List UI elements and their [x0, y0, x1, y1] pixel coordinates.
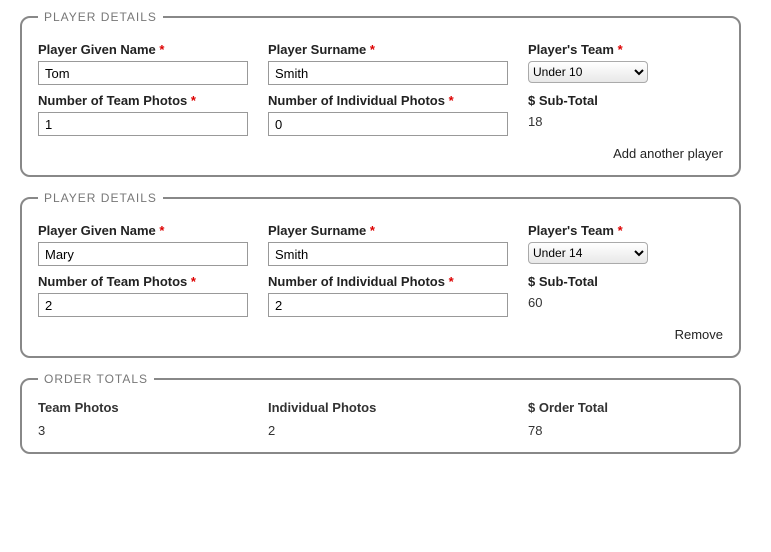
label-text: Number of Individual Photos	[268, 93, 445, 108]
label-subtotal: $ Sub-Total	[528, 274, 723, 289]
fieldset-legend: PLAYER DETAILS	[38, 10, 163, 24]
label-team-photos: Number of Team Photos *	[38, 274, 248, 289]
total-team-photos: Team Photos 3	[38, 400, 248, 438]
label-text: Number of Team Photos	[38, 274, 187, 289]
label-individual-photos: Number of Individual Photos *	[268, 274, 508, 289]
fieldset-legend: PLAYER DETAILS	[38, 191, 163, 205]
label-text: Player's Team	[528, 223, 614, 238]
required-mark: *	[159, 223, 164, 238]
label-order-total: $ Order Total	[528, 400, 723, 415]
subtotal-value: 18	[528, 114, 723, 129]
total-order: $ Order Total 78	[528, 400, 723, 438]
add-another-player-link[interactable]: Add another player	[613, 146, 723, 161]
row-photos-subtotal: Number of Team Photos * Number of Indivi…	[38, 93, 723, 136]
field-team-photos: Number of Team Photos *	[38, 93, 248, 136]
team-photos-input[interactable]	[38, 112, 248, 136]
given-name-input[interactable]	[38, 242, 248, 266]
player-details-fieldset: PLAYER DETAILS Player Given Name * Playe…	[20, 10, 741, 177]
label-text: Player Surname	[268, 42, 366, 57]
field-subtotal: $ Sub-Total 60	[528, 274, 723, 317]
label-team: Player's Team *	[528, 223, 723, 238]
label-team: Player's Team *	[528, 42, 723, 57]
label-text: Number of Team Photos	[38, 93, 187, 108]
required-mark: *	[370, 223, 375, 238]
label-team-photos: Number of Team Photos *	[38, 93, 248, 108]
required-mark: *	[449, 93, 454, 108]
individual-photos-input[interactable]	[268, 112, 508, 136]
order-totals-fieldset: ORDER TOTALS Team Photos 3 Individual Ph…	[20, 372, 741, 454]
label-given-name: Player Given Name *	[38, 223, 248, 238]
total-individual-photos: Individual Photos 2	[268, 400, 508, 438]
label-surname: Player Surname *	[268, 223, 508, 238]
label-given-name: Player Given Name *	[38, 42, 248, 57]
totals-row: Team Photos 3 Individual Photos 2 $ Orde…	[38, 400, 723, 438]
row-name-team: Player Given Name * Player Surname * Pla…	[38, 223, 723, 266]
row-name-team: Player Given Name * Player Surname * Pla…	[38, 42, 723, 85]
row-photos-subtotal: Number of Team Photos * Number of Indivi…	[38, 274, 723, 317]
team-select[interactable]: Under 14	[528, 242, 648, 264]
required-mark: *	[618, 42, 623, 57]
value-order-total: 78	[528, 423, 723, 438]
field-team: Player's Team * Under 14	[528, 223, 723, 266]
label-text: Player Surname	[268, 223, 366, 238]
value-team-photos-total: 3	[38, 423, 248, 438]
field-given-name: Player Given Name *	[38, 223, 248, 266]
field-surname: Player Surname *	[268, 42, 508, 85]
label-individual-photos-total: Individual Photos	[268, 400, 508, 415]
action-row: Add another player	[38, 146, 723, 161]
remove-player-link[interactable]: Remove	[675, 327, 723, 342]
required-mark: *	[191, 93, 196, 108]
surname-input[interactable]	[268, 242, 508, 266]
required-mark: *	[370, 42, 375, 57]
label-individual-photos: Number of Individual Photos *	[268, 93, 508, 108]
individual-photos-input[interactable]	[268, 293, 508, 317]
label-team-photos-total: Team Photos	[38, 400, 248, 415]
label-text: Player Given Name	[38, 223, 156, 238]
label-text: Player Given Name	[38, 42, 156, 57]
field-subtotal: $ Sub-Total 18	[528, 93, 723, 136]
field-given-name: Player Given Name *	[38, 42, 248, 85]
required-mark: *	[449, 274, 454, 289]
value-individual-photos-total: 2	[268, 423, 508, 438]
player-details-fieldset: PLAYER DETAILS Player Given Name * Playe…	[20, 191, 741, 358]
label-text: Number of Individual Photos	[268, 274, 445, 289]
required-mark: *	[191, 274, 196, 289]
field-surname: Player Surname *	[268, 223, 508, 266]
field-individual-photos: Number of Individual Photos *	[268, 93, 508, 136]
label-subtotal: $ Sub-Total	[528, 93, 723, 108]
subtotal-value: 60	[528, 295, 723, 310]
field-individual-photos: Number of Individual Photos *	[268, 274, 508, 317]
fieldset-legend: ORDER TOTALS	[38, 372, 154, 386]
given-name-input[interactable]	[38, 61, 248, 85]
required-mark: *	[159, 42, 164, 57]
label-surname: Player Surname *	[268, 42, 508, 57]
action-row: Remove	[38, 327, 723, 342]
required-mark: *	[618, 223, 623, 238]
surname-input[interactable]	[268, 61, 508, 85]
team-photos-input[interactable]	[38, 293, 248, 317]
label-text: Player's Team	[528, 42, 614, 57]
field-team: Player's Team * Under 10	[528, 42, 723, 85]
team-select[interactable]: Under 10	[528, 61, 648, 83]
field-team-photos: Number of Team Photos *	[38, 274, 248, 317]
